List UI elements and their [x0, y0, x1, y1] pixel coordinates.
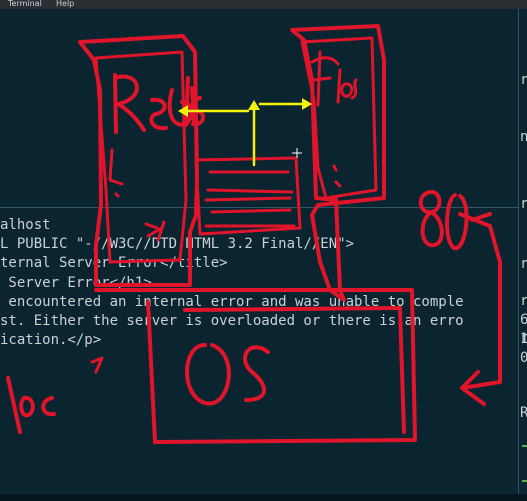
right-pane-char: r	[520, 293, 527, 309]
terminal-line: Server Error</h1>	[0, 274, 152, 291]
terminal-line: alhost	[0, 217, 51, 233]
right-pane-char: 0	[520, 350, 527, 366]
menu-bar: Terminal Help	[0, 0, 527, 9]
right-pane-char: n	[520, 129, 527, 145]
terminal-pane-top[interactable]	[0, 9, 518, 207]
right-pane-accent-line	[522, 445, 527, 447]
right-pane-char: r	[520, 256, 527, 272]
right-pane-char: r	[520, 196, 527, 212]
status-bar	[0, 494, 527, 501]
menu-help[interactable]: Help	[56, 0, 74, 9]
right-pane-char: 1	[520, 331, 527, 347]
terminal-line: st. Either the server is overloaded or t…	[0, 312, 464, 329]
right-pane-char: R	[520, 405, 527, 421]
right-pane-accent-line	[522, 480, 527, 482]
right-pane-char: 6	[520, 312, 527, 328]
right-pane-char: r	[520, 72, 527, 88]
terminal-line: ication.</p>	[0, 332, 102, 349]
terminal-line: L PUBLIC "-//W3C//DTD HTML 3.2 Final//EN…	[0, 236, 355, 253]
terminal-line: encountered an internal error and was un…	[0, 293, 464, 310]
terminal-pane-right[interactable]: r n r r r r 6 1 0 R	[519, 9, 527, 494]
terminal-output[interactable]: alhost L PUBLIC "-//W3C//DTD HTML 3.2 Fin…	[0, 216, 518, 350]
menu-terminal[interactable]: Terminal	[8, 0, 42, 9]
terminal-line: ternal Server Error</title>	[0, 255, 228, 272]
